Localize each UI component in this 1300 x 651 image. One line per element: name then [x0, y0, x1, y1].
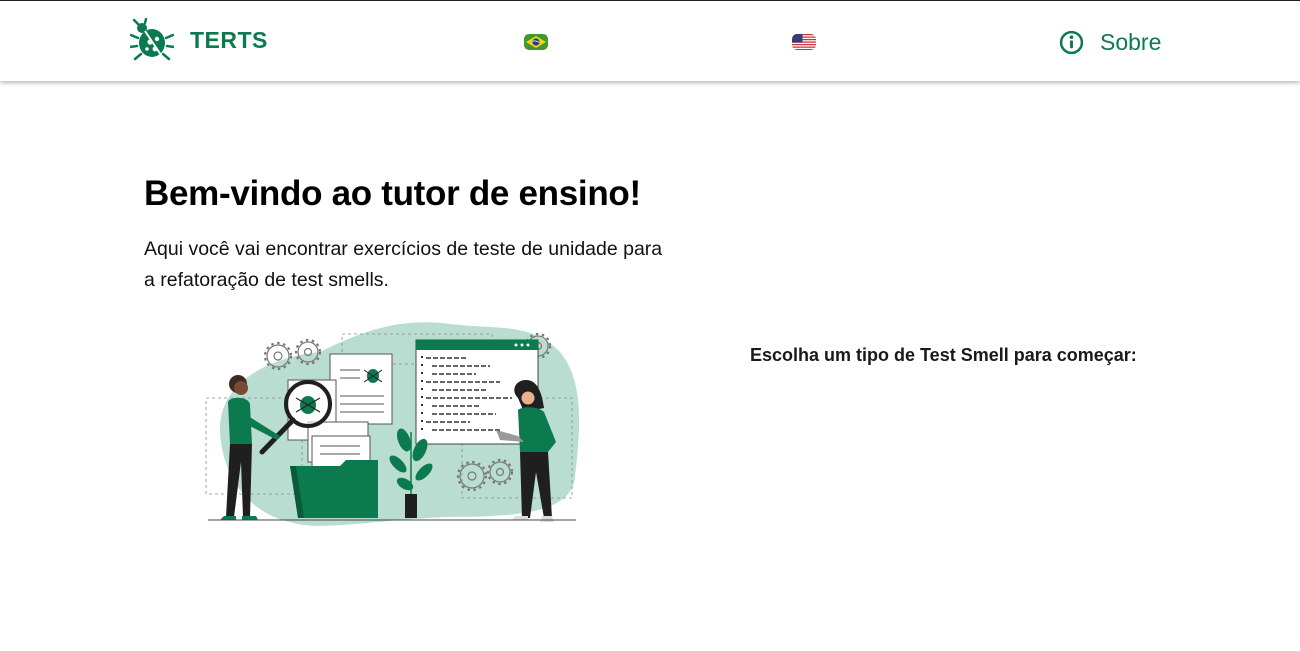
ladybug-icon — [130, 18, 174, 61]
about-label: Sobre — [1100, 28, 1162, 55]
language-pt-br-button[interactable] — [524, 34, 548, 50]
brand-home-link[interactable]: TERTS — [130, 17, 268, 63]
about-link[interactable]: Sobre — [1059, 27, 1161, 57]
usa-flag-icon — [792, 34, 816, 50]
bug-inspection-illustration — [205, 322, 580, 526]
choose-test-smell-prompt: Escolha um tipo de Test Smell para começ… — [750, 345, 1137, 365]
page-description: Aqui você vai encontrar exercícios de te… — [144, 238, 663, 291]
navbar: TERTS Sobre — [0, 1, 1300, 81]
page-title: Bem-vindo ao tutor de ensino! — [144, 174, 641, 213]
info-circle-icon — [1059, 30, 1084, 54]
language-en-us-button[interactable] — [792, 34, 816, 50]
hero-illustration — [200, 312, 590, 532]
brand-name: TERTS — [190, 26, 268, 53]
brazil-flag-icon — [524, 34, 548, 50]
